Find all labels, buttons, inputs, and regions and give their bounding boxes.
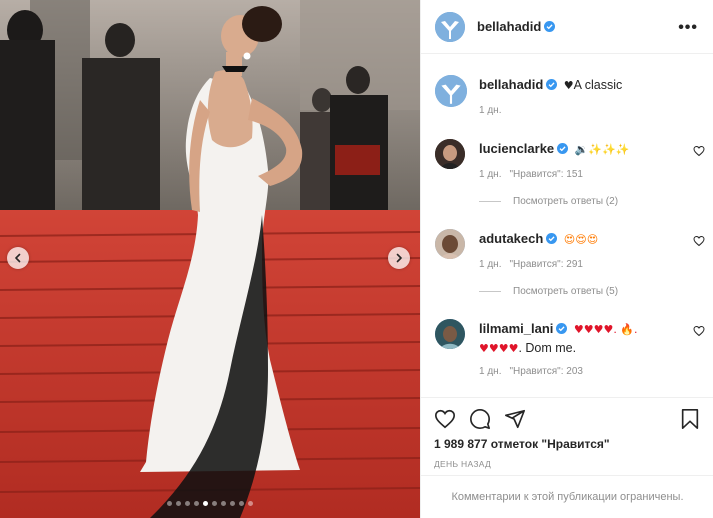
avatar-image — [435, 75, 467, 107]
verified-icon — [544, 21, 556, 32]
avatar[interactable] — [435, 11, 465, 42]
author-username[interactable]: bellahadid — [477, 19, 541, 34]
bookmark-icon[interactable] — [679, 408, 701, 430]
comments-disabled-text: Комментарии к этой публикации ограничены… — [451, 491, 684, 503]
comment-emoji-line2: ♥♥♥♥ — [479, 342, 519, 355]
chevron-right-icon — [396, 253, 402, 263]
caption-text: A classic — [573, 78, 623, 92]
carousel-dot — [194, 501, 199, 506]
carousel-dot — [230, 501, 235, 506]
comment-emoji: 😍😍😍 — [563, 233, 599, 246]
caption-emoji: ♥ — [563, 79, 574, 92]
caption-time[interactable]: 1 дн. — [479, 105, 501, 116]
comment-likes[interactable]: "Нравится": 151 — [509, 169, 582, 180]
comment-username[interactable]: lilmami_lani — [479, 321, 553, 336]
view-replies-label: Посмотреть ответы (2) — [513, 196, 619, 207]
carousel-dot — [212, 501, 217, 506]
comment-meta: 1 дн. "Нравится": 203 — [479, 362, 684, 381]
carousel-dot — [176, 501, 181, 506]
avatar-image — [435, 139, 465, 169]
comment-body: lucienclarke 🔉✨✨✨ 1 дн. "Нравится": 151 — [479, 139, 684, 184]
comment-username[interactable]: adutakech — [479, 231, 543, 246]
avatar[interactable] — [435, 139, 465, 169]
like-comment-heart-icon[interactable] — [693, 145, 705, 157]
comment-emoji: 🔉✨✨✨ — [574, 143, 630, 156]
comment-meta: 1 дн. "Нравится": 151 — [479, 165, 684, 184]
carousel-dot — [185, 501, 190, 506]
comments-list: bellahadid ♥A classic 1 дн. lucienclarke… — [421, 55, 713, 395]
avatar-image — [435, 319, 465, 349]
comment-likes[interactable]: "Нравится": 203 — [509, 366, 582, 377]
post-photo[interactable] — [0, 0, 420, 518]
replies-divider — [479, 291, 501, 292]
comment-text: . Dom me. — [518, 341, 577, 355]
likes-count[interactable]: 1 989 877 отметок "Нравится" — [434, 437, 610, 451]
view-replies-button[interactable]: Посмотреть ответы (2) — [479, 196, 618, 207]
avatar-image — [435, 11, 465, 42]
verified-icon — [557, 143, 569, 154]
view-replies-button[interactable]: Посмотреть ответы (5) — [479, 286, 618, 297]
carousel-dot — [239, 501, 244, 506]
avatar-image — [435, 229, 465, 259]
heart-icon[interactable] — [434, 408, 456, 430]
share-icon[interactable] — [504, 408, 526, 430]
comments-disabled-notice: Комментарии к этой публикации ограничены… — [421, 475, 713, 518]
comment-time[interactable]: 1 дн. — [479, 169, 501, 180]
carousel-dots — [0, 501, 420, 506]
red-carpet-photo — [0, 0, 420, 518]
comment-username[interactable]: lucienclarke — [479, 141, 554, 156]
view-replies-label: Посмотреть ответы (5) — [513, 286, 619, 297]
carousel-dot — [203, 501, 208, 506]
comment-time[interactable]: 1 дн. — [479, 366, 501, 377]
post-date[interactable]: ДЕНЬ НАЗАД — [434, 459, 491, 469]
post-panel: bellahadid ••• bellahadid ♥A classic 1 д… — [420, 0, 713, 518]
comment-time[interactable]: 1 дн. — [479, 259, 501, 270]
caption-body: bellahadid ♥A classic 1 дн. — [479, 75, 684, 120]
post-header: bellahadid ••• — [421, 0, 713, 54]
like-comment-heart-icon[interactable] — [693, 325, 705, 337]
verified-icon — [546, 79, 558, 90]
chevron-left-icon — [15, 253, 21, 263]
comment-icon[interactable] — [469, 408, 491, 430]
carousel-dot — [167, 501, 172, 506]
verified-icon — [556, 323, 568, 334]
replies-divider — [479, 201, 501, 202]
carousel-next-button[interactable] — [388, 247, 410, 269]
carousel-prev-button[interactable] — [7, 247, 29, 269]
comment-likes[interactable]: "Нравится": 291 — [509, 259, 582, 270]
more-icon[interactable]: ••• — [678, 19, 698, 37]
like-comment-heart-icon[interactable] — [693, 235, 705, 247]
carousel-dot — [248, 501, 253, 506]
caption-meta: 1 дн. — [479, 101, 684, 120]
avatar[interactable] — [435, 75, 467, 107]
comment-meta: 1 дн. "Нравится": 291 — [479, 255, 684, 274]
avatar[interactable] — [435, 229, 465, 259]
comment-emoji: ♥♥♥♥. 🔥. — [573, 323, 638, 336]
caption-username[interactable]: bellahadid — [479, 77, 543, 92]
comment-body: lilmami_lani ♥♥♥♥. 🔥. ♥♥♥♥. Dom me. 1 дн… — [479, 319, 684, 381]
avatar[interactable] — [435, 319, 465, 349]
comment-body: adutakech 😍😍😍 1 дн. "Нравится": 291 — [479, 229, 684, 274]
verified-icon — [546, 233, 558, 244]
carousel-dot — [221, 501, 226, 506]
